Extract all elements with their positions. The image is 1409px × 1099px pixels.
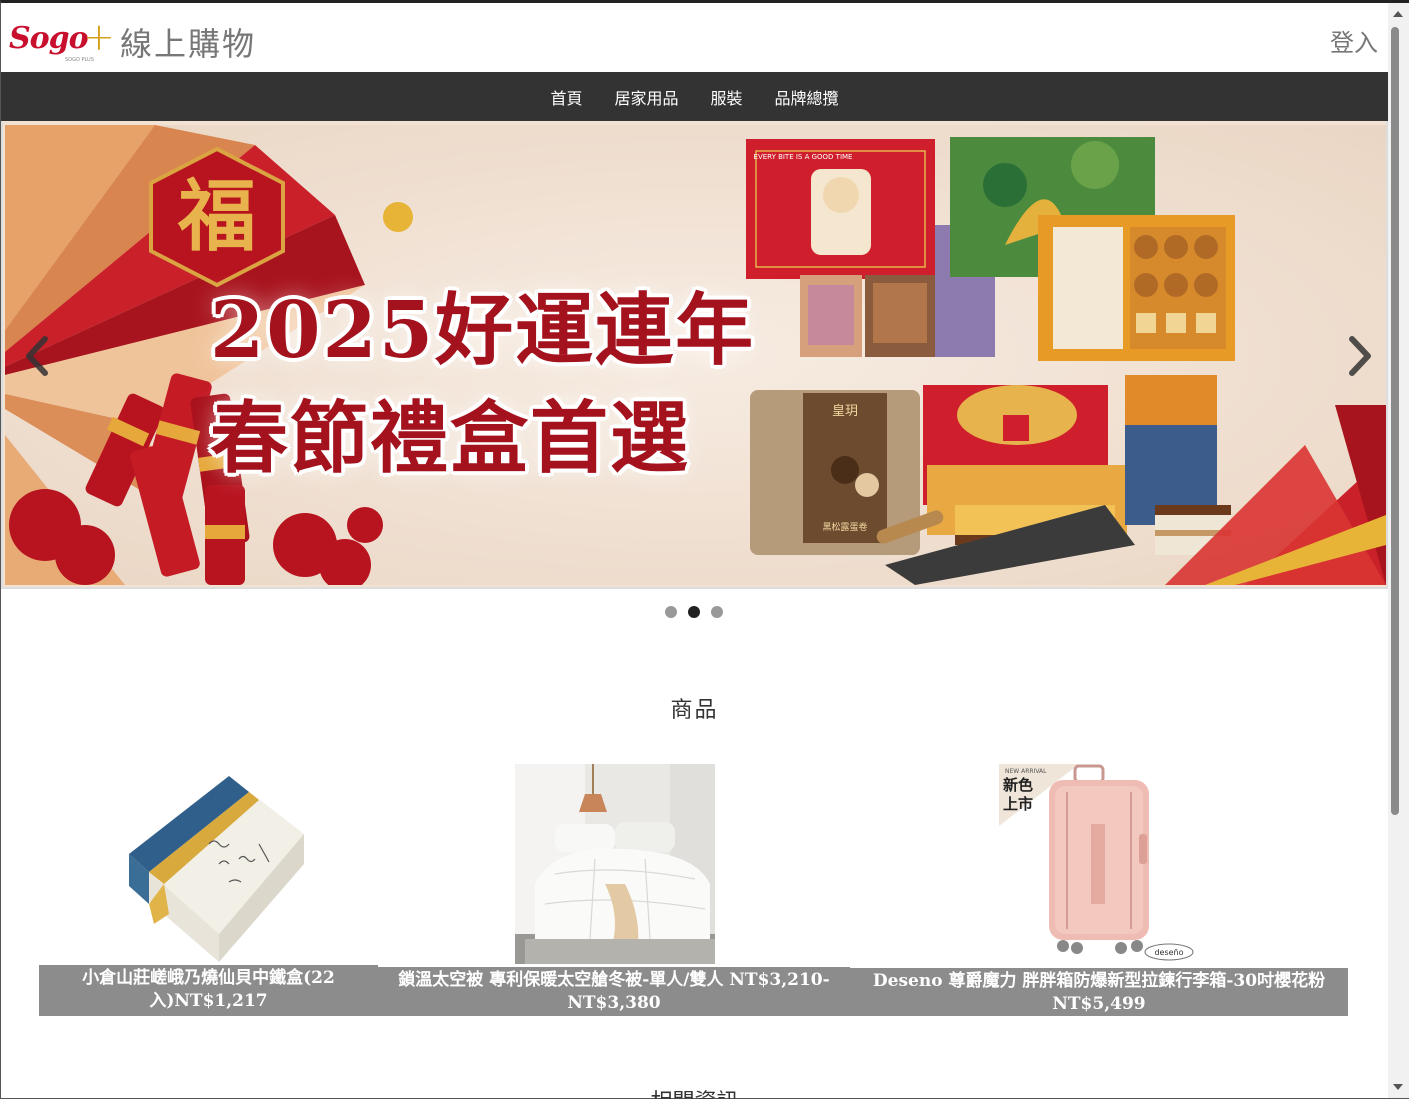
box-tagline: EVERY BITE IS A GOOD TIME: [754, 153, 853, 161]
fu-character: 福: [177, 171, 256, 262]
product-image-suitcase: NEW ARRIVAL 新色 上市 deseño: [999, 764, 1199, 964]
banner-headline: 2025好運連年 春節禮盒首選: [210, 277, 755, 493]
deseno-brand-mark: deseño: [1154, 948, 1183, 957]
new-arrival-label: NEW ARRIVAL: [1005, 768, 1047, 775]
new-color-badge-line2: 上市: [1003, 795, 1033, 813]
carousel-dot-1[interactable]: [664, 606, 677, 618]
logo-plus-icon: +: [83, 15, 115, 59]
carousel-indicators: [0, 606, 1387, 618]
banner-headline-line1: 2025好運連年: [210, 285, 756, 376]
sogo-logo[interactable]: Sogo + SOGO PLUS: [9, 15, 115, 65]
related-info-title: 相關資訊: [1, 1088, 1388, 1099]
product-card[interactable]: 鎖溫太空被 專利保暖太空艙冬被-單人/雙人 NT$3,210-NT$3,380: [378, 764, 850, 1016]
site-header: Sogo + SOGO PLUS 線上購物 登入: [1, 3, 1388, 72]
tin-product: 黑松露蛋卷: [822, 521, 867, 533]
carousel-prev-button[interactable]: [17, 331, 57, 381]
scroll-up-icon[interactable]: [1393, 11, 1403, 17]
nav-item-apparel[interactable]: 服裝: [695, 85, 759, 109]
related-info-title-text: 相關資訊: [650, 1090, 738, 1099]
logo-subtext: SOGO PLUS: [65, 57, 94, 63]
scroll-down-icon[interactable]: [1393, 1084, 1403, 1090]
tin-brand: 皇玥: [832, 404, 858, 419]
carousel-dot-2[interactable]: [687, 606, 700, 618]
carousel-next-button[interactable]: [1340, 331, 1380, 381]
product-card[interactable]: 小倉山莊嵯峨乃燒仙貝中鐵盒(22入)NT$1,217: [39, 764, 378, 1016]
nav-item-home[interactable]: 首頁: [534, 85, 598, 109]
banner-headline-line2: 春節禮盒首選: [210, 393, 691, 484]
chevron-left-icon: [26, 336, 48, 376]
product-caption[interactable]: Deseno 尊爵魔力 胖胖箱防爆新型拉鍊行李箱-30吋櫻花粉 NT$5,499: [850, 968, 1348, 1016]
chevron-right-icon: [1349, 336, 1371, 376]
page-scrollbar[interactable]: [1388, 3, 1409, 1098]
scrollbar-thumb[interactable]: [1391, 27, 1399, 815]
new-color-badge-line1: 新色: [1003, 776, 1033, 794]
product-caption[interactable]: 小倉山莊嵯峨乃燒仙貝中鐵盒(22入)NT$1,217: [39, 965, 378, 1016]
product-image-senbei-tin: [109, 764, 309, 964]
site-title: 線上購物: [120, 25, 257, 63]
banner-carousel: 福 EVERY BITE IS A GOOD TIME 皇玥 黑松露蛋卷 202…: [1, 121, 1388, 589]
product-card[interactable]: NEW ARRIVAL 新色 上市 deseño Deseno 尊爵魔力 胖胖箱…: [850, 764, 1348, 1016]
logo-wordmark: Sogo: [9, 21, 89, 56]
carousel-dot-3[interactable]: [710, 606, 723, 618]
nav-item-brands[interactable]: 品牌總攬: [759, 85, 855, 109]
product-image-comforter: [515, 764, 715, 964]
carousel-slide[interactable]: 福 EVERY BITE IS A GOOD TIME 皇玥 黑松露蛋卷 202…: [5, 125, 1386, 585]
nav-item-home-goods[interactable]: 居家用品: [598, 85, 694, 109]
login-link[interactable]: 登入: [1330, 23, 1378, 58]
main-nav: 首頁 居家用品 服裝 品牌總攬: [1, 72, 1388, 121]
product-caption[interactable]: 鎖溫太空被 專利保暖太空艙冬被-單人/雙人 NT$3,210-NT$3,380: [378, 967, 850, 1016]
products-section-title: 商品: [670, 698, 719, 723]
